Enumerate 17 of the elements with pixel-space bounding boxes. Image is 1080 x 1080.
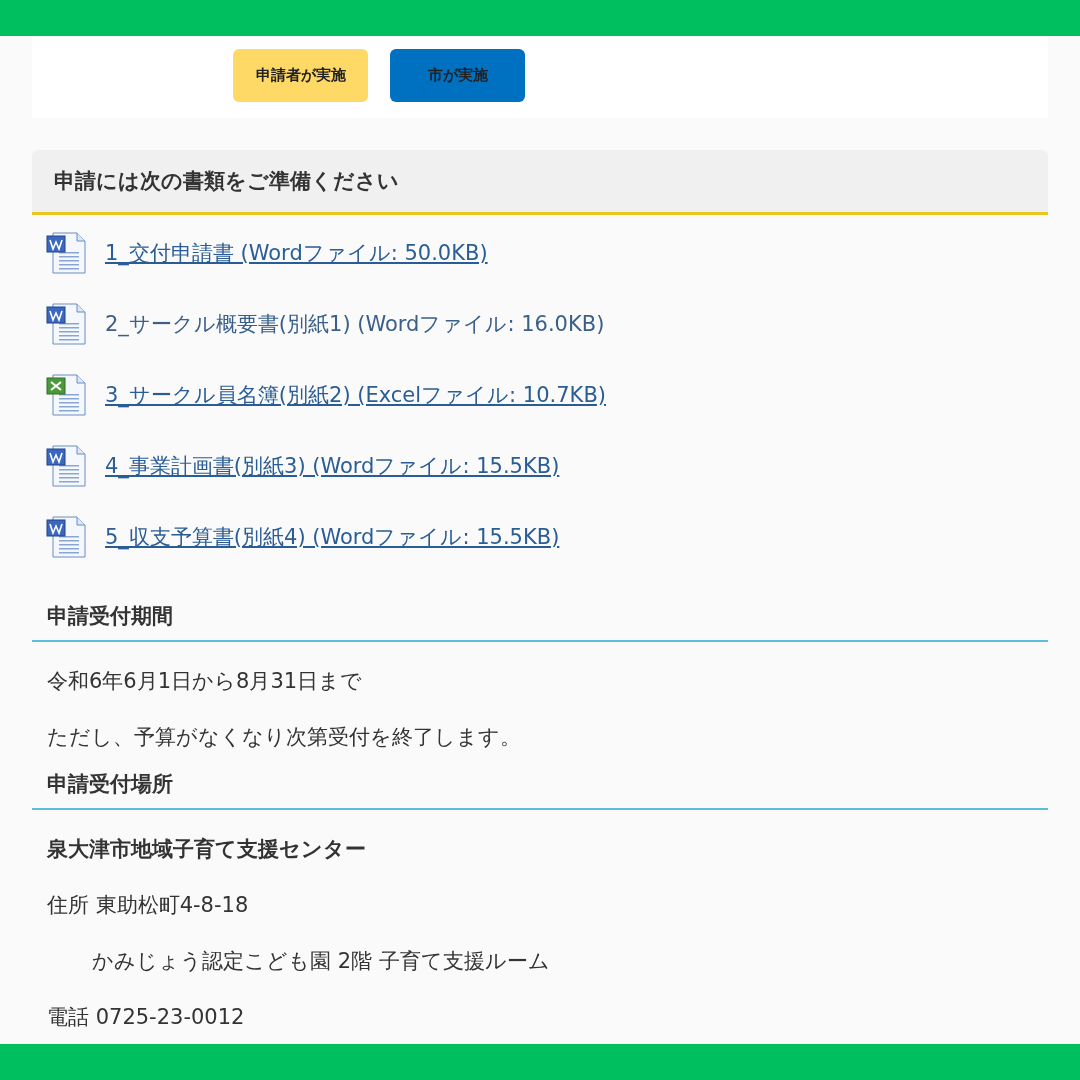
legend-label: 市が実施: [427, 65, 488, 86]
file-link[interactable]: 4_事業計画書(別紙3) (Wordファイル: 15.5KB): [105, 451, 560, 480]
info-text: 令和6年6月1日から8月31日まで: [46, 668, 364, 695]
section-heading: 申請には次の書類をご準備ください: [32, 150, 1048, 215]
file-link[interactable]: 3_サークル員名簿(別紙2) (Excelファイル: 10.7KB): [105, 380, 606, 409]
info-text: 住所 東助松町4-8-18: [46, 892, 250, 919]
info-text: かみじょう認定こども園 2階 子育て支援ルーム: [91, 948, 551, 975]
info-text: ただし、予算がなくなり次第受付を終了します。: [46, 724, 522, 751]
info-text: 電話 0725-23-0012: [46, 1004, 246, 1031]
file-link[interactable]: 2_サークル概要書(別紙1) (Wordファイル: 16.0KB): [105, 309, 605, 338]
file-link[interactable]: 5_収支予算書(別紙4) (Wordファイル: 15.5KB): [105, 522, 560, 551]
file-link[interactable]: 1_交付申請書 (Wordファイル: 50.0KB): [105, 238, 488, 267]
legend-label: 申請者が: [255, 65, 316, 86]
legend-label: 実施: [315, 65, 346, 86]
section-heading: 申請受付期間: [32, 602, 1048, 642]
section-heading: 申請受付場所: [32, 770, 1048, 810]
facility-name: 泉大津市地域子育て支援センター: [45, 836, 367, 863]
